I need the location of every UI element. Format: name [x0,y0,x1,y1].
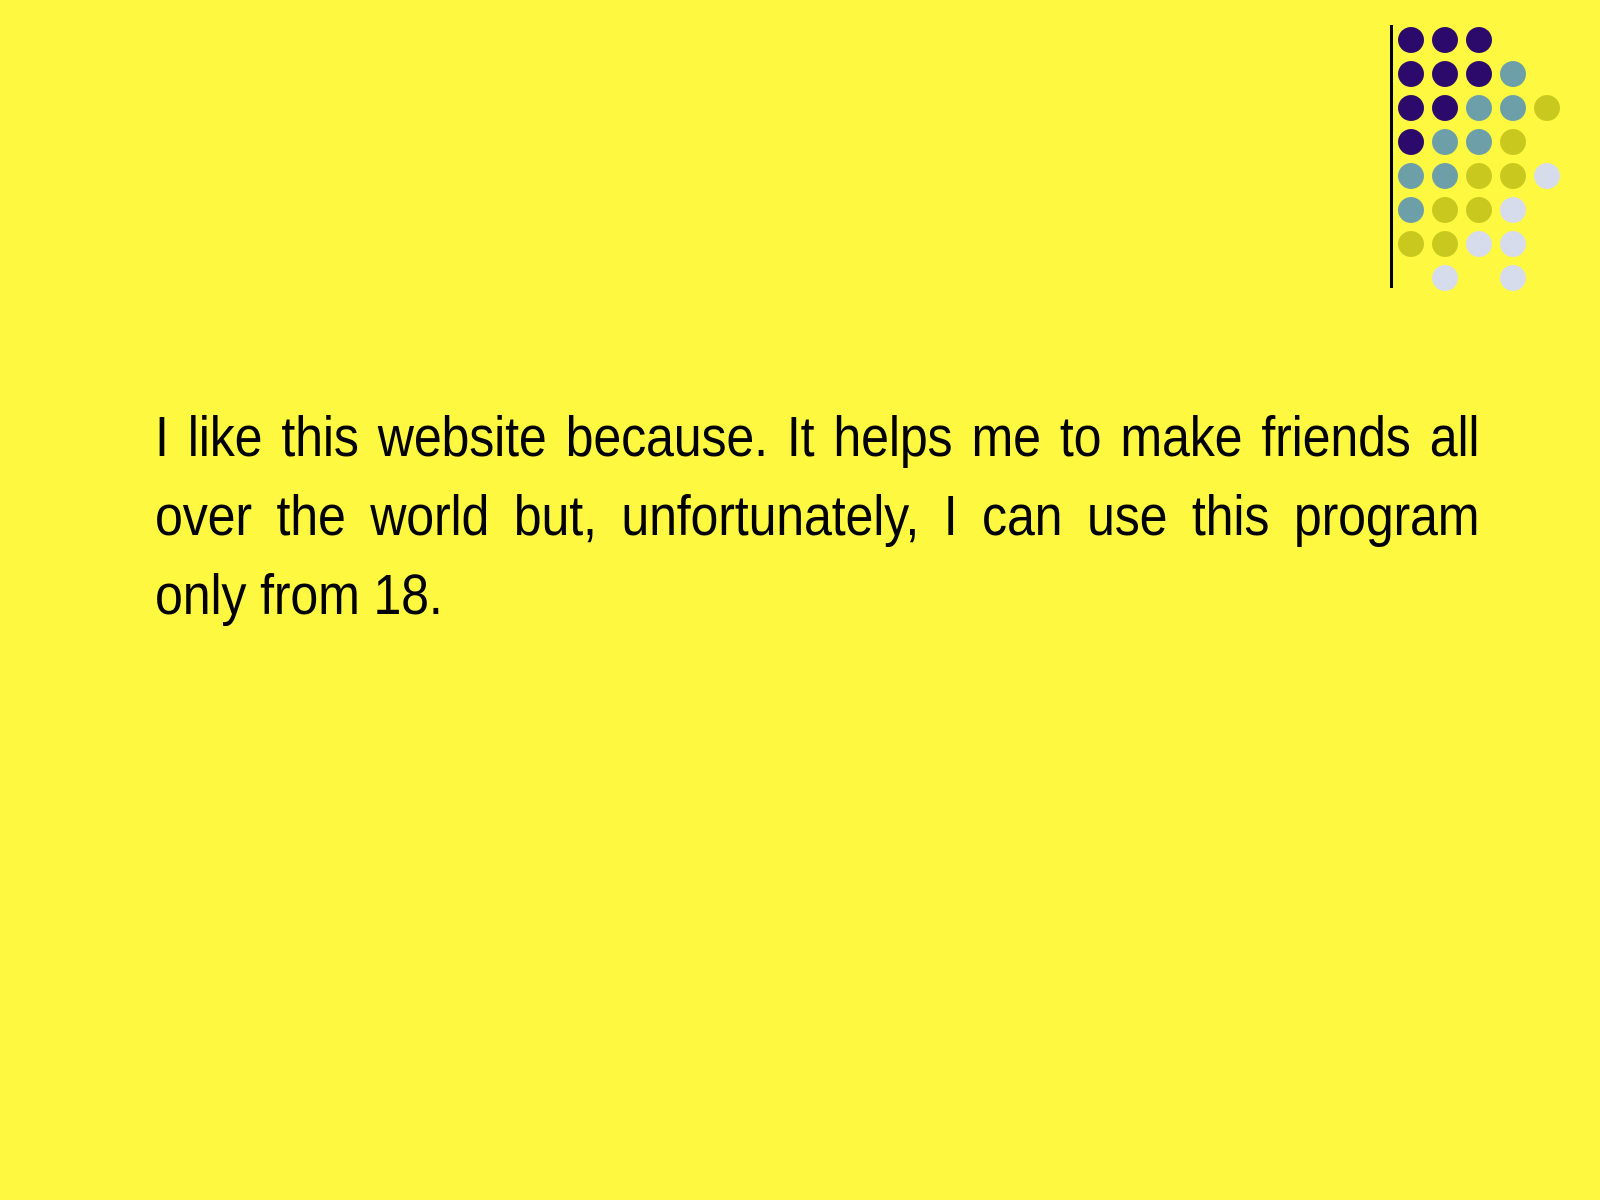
logo-dot-lavender [1500,265,1526,291]
logo-dot-olive [1432,197,1458,223]
logo-dot-navy [1432,27,1458,53]
logo-dot-navy [1398,61,1424,87]
logo-dot-navy [1466,61,1492,87]
logo-dot-navy [1398,129,1424,155]
logo-dot-teal [1398,163,1424,189]
logo-dot-lavender [1534,163,1560,189]
logo-dot-teal [1398,197,1424,223]
logo-dot-grid [1398,27,1598,291]
logo-vertical-rule [1390,25,1393,288]
logo-dot-olive [1398,231,1424,257]
logo-dot-teal [1432,163,1458,189]
slide-body-text: I like this website because. It helps me… [155,405,1480,627]
logo-dot-lavender [1466,231,1492,257]
logo-dot-navy [1432,95,1458,121]
logo-dot-olive [1500,129,1526,155]
logo-dot-olive [1466,197,1492,223]
dot-grid-logo [1380,0,1600,300]
logo-dot-teal [1500,61,1526,87]
logo-dot-lavender [1432,265,1458,291]
logo-dot-navy [1432,61,1458,87]
logo-dot-teal [1500,95,1526,121]
logo-dot-navy [1398,27,1424,53]
logo-dot-navy [1466,27,1492,53]
logo-dot-navy [1398,95,1424,121]
logo-dot-teal [1432,129,1458,155]
logo-dot-olive [1432,231,1458,257]
logo-dot-teal [1466,95,1492,121]
logo-dot-olive [1466,163,1492,189]
logo-dot-lavender [1500,197,1526,223]
logo-dot-olive [1534,95,1560,121]
logo-dot-teal [1466,129,1492,155]
logo-dot-lavender [1500,231,1526,257]
logo-dot-olive [1500,163,1526,189]
slide-canvas: I like this website because. It helps me… [0,0,1600,1200]
